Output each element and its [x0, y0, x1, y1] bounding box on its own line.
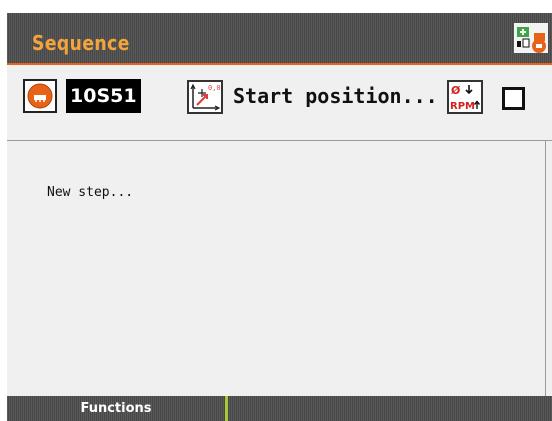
- rpm-checkbox[interactable]: [502, 87, 525, 110]
- app-frame: Sequence 10S51 0,0 Start position... Ø R…: [7, 13, 552, 421]
- rpm-icon: Ø RPM: [450, 84, 481, 112]
- function-bar: Functions: [7, 396, 552, 421]
- sequence-app-icon[interactable]: [514, 23, 548, 53]
- new-step-item[interactable]: New step...: [47, 185, 133, 200]
- rpm-button[interactable]: Ø RPM: [447, 80, 483, 114]
- title-bar: Sequence: [7, 13, 552, 65]
- step-list: New step...: [7, 141, 546, 396]
- tool-value-field[interactable]: 10S51: [66, 79, 141, 113]
- coordinate-axes-icon: 0,0: [190, 83, 221, 111]
- start-position-button[interactable]: 0,0: [187, 80, 223, 114]
- svg-text:0,0: 0,0: [208, 84, 221, 92]
- function-bar-separator: [225, 396, 228, 421]
- rpm-text: RPM: [450, 101, 475, 112]
- window-title: Sequence: [32, 31, 130, 55]
- toolbar: 10S51 0,0 Start position... Ø RPM: [7, 65, 552, 141]
- start-position-label[interactable]: Start position...: [233, 79, 438, 113]
- tool-disc-icon: [27, 83, 53, 109]
- tool-button[interactable]: [23, 79, 57, 113]
- rpm-diameter-symbol: Ø: [451, 84, 461, 97]
- functions-button[interactable]: Functions: [7, 396, 225, 421]
